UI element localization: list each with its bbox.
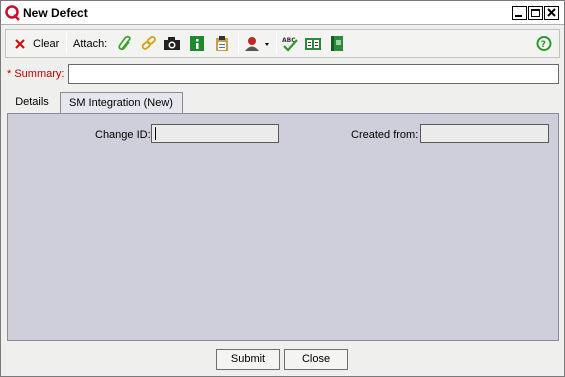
change-id-label: Change ID: (95, 129, 151, 141)
paperclip-icon[interactable] (117, 35, 135, 52)
close-button[interactable]: Close (284, 349, 348, 370)
app-logo-icon (5, 5, 21, 21)
toolbar-separator (238, 33, 239, 54)
maximize-button[interactable] (528, 6, 543, 20)
svg-text:?: ? (541, 40, 546, 50)
summary-label: * Summary: (7, 68, 65, 80)
clear-icon (14, 38, 26, 50)
help-icon[interactable]: ? (535, 35, 553, 52)
window-title: New Defect (23, 6, 88, 20)
spellcheck-icon[interactable]: ABC (281, 35, 299, 52)
tab-sm-integration[interactable]: SM Integration (New) (60, 92, 183, 114)
attach-label: Attach: (73, 37, 108, 50)
info-icon[interactable] (188, 35, 206, 52)
summary-input[interactable] (68, 64, 559, 84)
close-window-button[interactable] (544, 6, 559, 20)
submit-button[interactable]: Submit (216, 349, 280, 370)
camera-icon[interactable] (163, 35, 181, 52)
link-icon[interactable] (140, 35, 158, 52)
book-icon[interactable] (328, 35, 346, 52)
clipboard-icon[interactable] (213, 35, 231, 52)
clear-button[interactable]: Clear (14, 30, 59, 57)
text-cursor (155, 127, 156, 140)
clear-label: Clear (33, 37, 60, 50)
sm-integration-panel: Change ID: Created from: (7, 113, 559, 341)
user-dropdown-icon[interactable] (244, 35, 270, 52)
toolbar-separator (276, 33, 277, 54)
title-bar[interactable]: New Defect (1, 1, 564, 25)
new-defect-window: New Defect Clear Attach: ABC ? * Summary… (0, 0, 565, 377)
thesaurus-icon[interactable] (304, 35, 322, 52)
toolbar: Clear Attach: ABC ? (5, 29, 560, 58)
change-id-field[interactable] (151, 124, 279, 143)
created-from-label: Created from: (351, 129, 419, 141)
created-from-field[interactable] (420, 124, 549, 143)
toolbar-separator (66, 33, 67, 54)
tab-details[interactable]: Details (7, 92, 57, 114)
minimize-button[interactable] (512, 6, 527, 20)
